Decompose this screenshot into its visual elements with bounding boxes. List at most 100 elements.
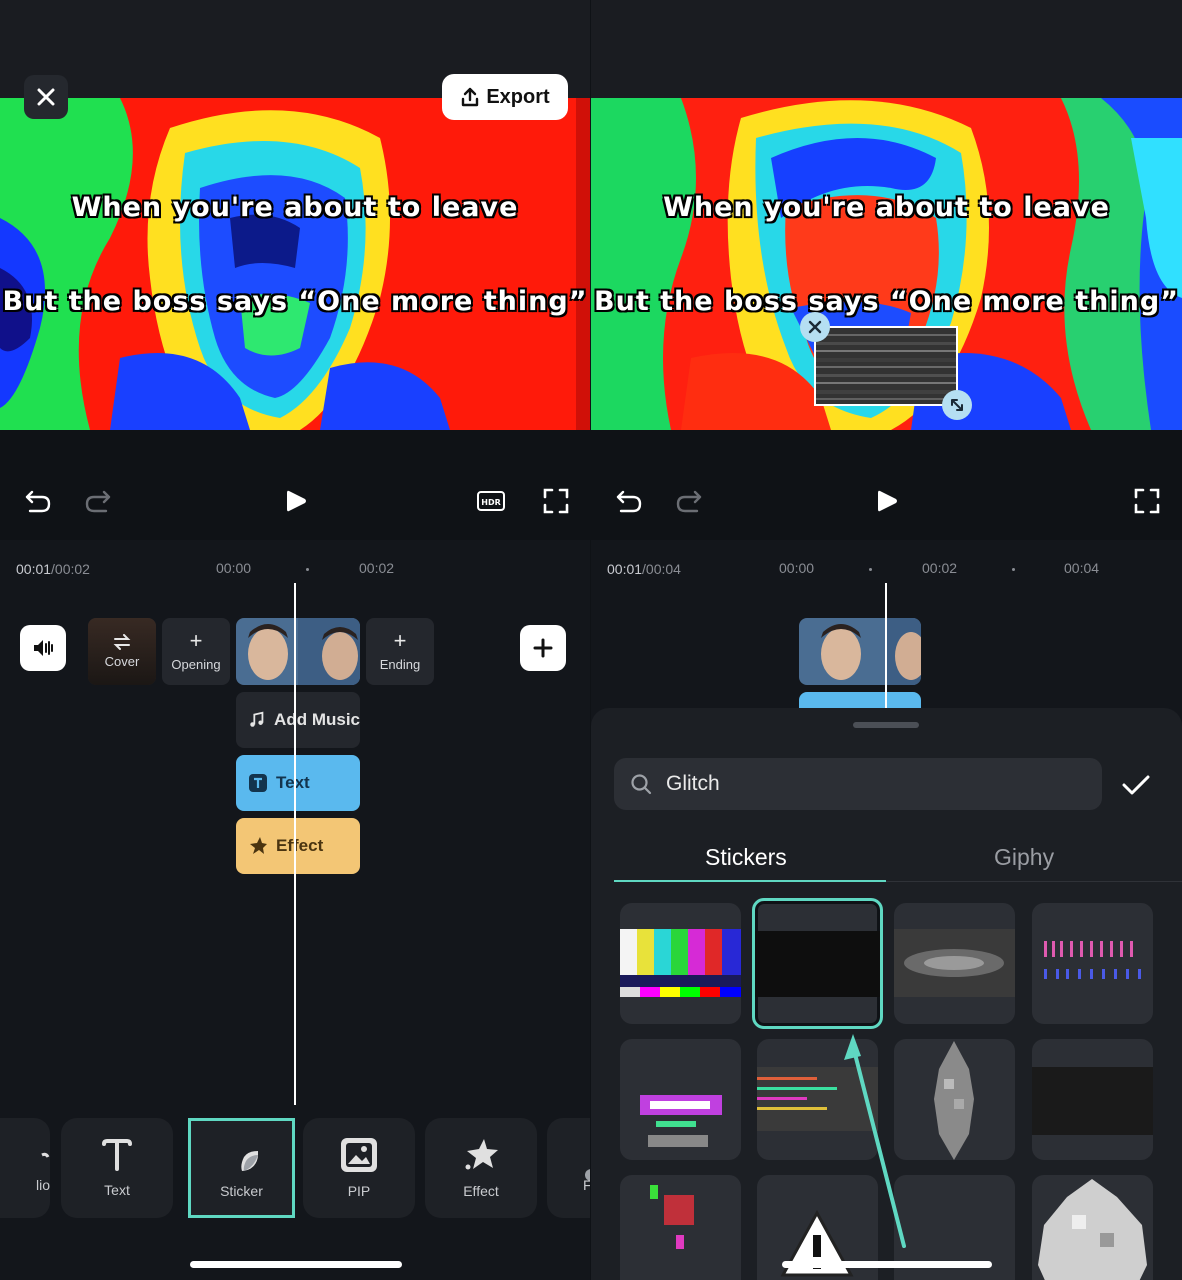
pip-icon xyxy=(341,1138,377,1172)
video-preview[interactable]: When you're about to leave But the boss … xyxy=(591,98,1182,430)
tool-effect[interactable]: Effect xyxy=(425,1118,537,1218)
play-button[interactable] xyxy=(871,485,903,517)
video-clip[interactable] xyxy=(799,618,921,685)
tool-filter[interactable]: F xyxy=(547,1118,590,1218)
sticker-item[interactable] xyxy=(894,1039,1015,1160)
clip-thumbnail xyxy=(799,618,921,685)
close-icon xyxy=(808,320,822,334)
sticker-search-input[interactable]: Glitch xyxy=(614,758,1102,810)
add-clip-button[interactable] xyxy=(520,625,566,671)
editor-panel-left: When you're about to leave But the boss … xyxy=(0,0,590,1280)
text-icon xyxy=(102,1139,132,1171)
music-note-icon xyxy=(250,711,264,727)
speaker-icon xyxy=(34,640,53,656)
glitch-lines-sticker xyxy=(1044,941,1141,979)
cover-button[interactable]: Cover xyxy=(88,618,156,685)
caption-line-2: But the boss says “One more thing” xyxy=(594,286,1179,317)
fullscreen-button[interactable] xyxy=(540,485,572,517)
upload-icon xyxy=(462,87,479,107)
sticker-overlay[interactable] xyxy=(800,312,972,420)
tool-pip[interactable]: PIP xyxy=(303,1118,415,1218)
tab-giphy[interactable]: Giphy xyxy=(994,844,1054,871)
sticker-item[interactable] xyxy=(1032,903,1153,1024)
play-icon xyxy=(287,490,306,512)
effect-track[interactable]: Effect xyxy=(236,818,360,874)
resize-sticker-handle[interactable] xyxy=(942,390,972,420)
undo-button[interactable] xyxy=(22,485,54,517)
text-track[interactable]: Text xyxy=(236,755,360,811)
color-bars-sticker xyxy=(620,929,741,997)
current-time: 00:01 xyxy=(16,561,52,577)
add-ending-button[interactable]: + Ending xyxy=(366,618,434,685)
sticker-sheet: Glitch Stickers Giphy xyxy=(591,708,1182,1280)
tick-label: 00:02 xyxy=(359,560,395,576)
sticker-item-selected[interactable] xyxy=(752,898,883,1029)
plus-icon: + xyxy=(189,628,203,653)
playhead[interactable] xyxy=(294,583,296,1105)
tool-effect-label: Effect xyxy=(463,1183,499,1199)
top-bar xyxy=(591,0,1182,98)
resize-icon xyxy=(951,399,963,411)
tick-label: 00:00 xyxy=(779,560,815,576)
add-opening-button[interactable]: + Opening xyxy=(162,618,230,685)
sticker-item[interactable] xyxy=(1032,1175,1153,1280)
opening-label: Opening xyxy=(171,657,221,672)
tick-dot xyxy=(869,568,872,571)
undo-icon xyxy=(616,490,642,513)
mute-button[interactable] xyxy=(20,625,66,671)
undo-button[interactable] xyxy=(613,485,645,517)
redo-button[interactable] xyxy=(673,485,705,517)
ending-label: Ending xyxy=(379,657,421,672)
tool-audio-label: lio xyxy=(35,1177,50,1193)
total-time: /00:02 xyxy=(51,561,90,577)
sticker-item[interactable] xyxy=(1032,1039,1153,1160)
tool-sticker-label: Sticker xyxy=(220,1183,263,1199)
redo-icon xyxy=(85,490,111,513)
play-icon xyxy=(878,490,897,512)
playback-controls xyxy=(591,430,1182,540)
time-readout: 00:01/00:02 xyxy=(16,561,90,577)
tool-sticker[interactable]: Sticker xyxy=(188,1118,295,1218)
tool-text[interactable]: Text xyxy=(61,1118,173,1218)
export-label: Export xyxy=(486,85,550,108)
color-streak-sticker xyxy=(757,1067,878,1131)
video-clip[interactable] xyxy=(236,618,360,685)
sticker-item[interactable] xyxy=(620,903,741,1024)
sticker-item[interactable] xyxy=(757,1039,878,1160)
playhead[interactable] xyxy=(885,583,887,708)
sticker-item[interactable] xyxy=(620,1175,741,1280)
video-frame xyxy=(0,98,590,430)
pixel-blob-sticker xyxy=(934,1041,974,1160)
tick-dot xyxy=(1012,568,1015,571)
play-button[interactable] xyxy=(280,485,312,517)
redo-button[interactable] xyxy=(82,485,114,517)
sticker-item[interactable] xyxy=(894,903,1015,1024)
text-box-icon xyxy=(249,774,267,792)
clip-thumbnail xyxy=(236,618,360,685)
tab-stickers[interactable]: Stickers xyxy=(705,844,787,871)
fullscreen-button[interactable] xyxy=(1131,485,1163,517)
editor-panel-right: When you're about to leave But the boss … xyxy=(591,0,1182,1280)
checkmark-icon xyxy=(1122,775,1150,795)
video-preview[interactable]: When you're about to leave But the boss … xyxy=(0,98,590,430)
tool-audio[interactable]: lio xyxy=(0,1118,50,1218)
hdr-button[interactable]: HDR xyxy=(474,485,508,517)
tool-filter-label: F xyxy=(583,1177,590,1193)
caption-line-1: When you're about to leave xyxy=(71,192,519,223)
confirm-button[interactable] xyxy=(1119,770,1153,800)
active-tab-underline xyxy=(614,880,886,882)
caption-line-1: When you're about to leave xyxy=(663,192,1110,223)
sticker-icon xyxy=(225,1139,258,1171)
tick-label: 00:04 xyxy=(1064,560,1100,576)
tick-label: 00:02 xyxy=(922,560,958,576)
search-icon xyxy=(631,774,652,795)
search-value: Glitch xyxy=(666,772,720,795)
add-music-track[interactable]: Add Music xyxy=(236,692,360,748)
export-button[interactable]: Export xyxy=(442,74,568,120)
close-icon xyxy=(37,88,55,106)
remove-sticker-button[interactable] xyxy=(800,312,830,342)
sticker-item[interactable] xyxy=(620,1039,741,1160)
sheet-grabber[interactable] xyxy=(853,722,919,728)
caption-line-2: But the boss says “One more thing” xyxy=(2,286,588,317)
close-button[interactable] xyxy=(24,75,68,119)
